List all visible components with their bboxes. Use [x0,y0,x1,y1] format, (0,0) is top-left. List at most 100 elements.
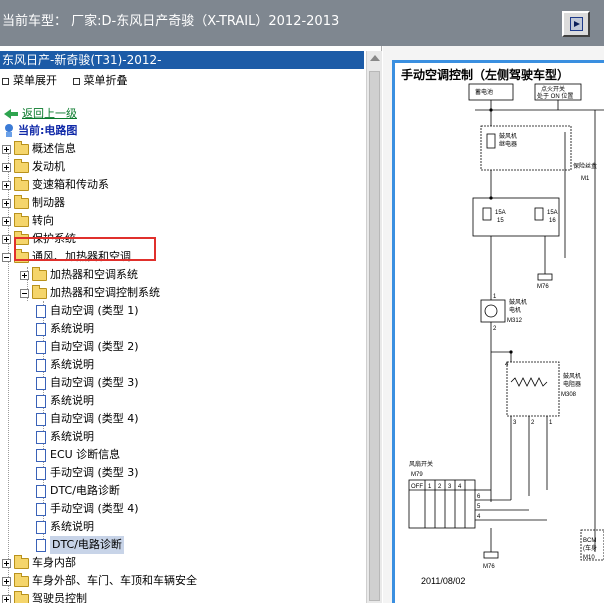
motor-label: 鼓风机 [509,298,527,306]
document-icon [36,430,46,444]
expand-all-button[interactable]: 菜单展开 [2,74,63,87]
expand-plus-icon[interactable] [2,216,11,226]
left-scrollbar[interactable] [366,51,382,603]
tree-folder-item[interactable]: 车身外部、车门、车顶和车辆安全 [2,572,197,590]
diagram-panel: 手动空调控制（左侧驾驶车型） 蓄电池 点火开关 处于 ON 位置 鼓风机 继电器… [383,46,604,603]
resistor-label: 鼓风机 [563,372,581,380]
diagram-title: 手动空调控制（左侧驾驶车型） [401,68,570,82]
document-icon [36,394,46,408]
back-link[interactable]: 返回上一级 [4,105,77,123]
pin-label: 2 [531,420,535,426]
tree-folder-item[interactable]: 驾驶员控制 [2,590,87,603]
tree-leaf-item[interactable]: 系统说明 [36,428,94,446]
resistor-sub-label: 电阻器 [563,380,581,388]
expand-plus-icon[interactable] [20,270,29,280]
tree-item-label: 系统说明 [50,520,94,533]
tree-folder-item[interactable]: 概述信息 [2,140,76,158]
motor-code: M312 [507,318,523,324]
top-bar: 当前车型： 厂家:D-东风日产奇骏（X-TRAIL）2012-2013 [0,0,604,46]
pin-label: 4 [477,514,481,520]
tree-item-label: 自动空调 (类型 3) [50,376,139,389]
folder-icon [14,554,29,569]
document-icon [36,358,46,372]
tree-item-label: 发动机 [32,160,65,173]
tree-item-label: 变速箱和传动系 [32,178,109,191]
tree-leaf-item[interactable]: DTC/电路诊断 [36,482,120,500]
expand-all-label: 菜单展开 [13,74,57,87]
toggle-panel-button[interactable] [562,11,590,37]
fuse-b-label: 15A [547,210,558,216]
bcm-code: M10 [583,555,595,561]
tree-item-label: 自动空调 (类型 4) [50,412,139,425]
document-icon [36,484,46,498]
relay-label: 鼓风机 [499,132,517,140]
tree-folder-item[interactable]: 车身内部 [2,554,76,572]
tree-folder-item[interactable]: 制动器 [2,194,65,212]
tree-item-label: 手动空调 (类型 4) [50,502,139,515]
battery-label: 蓄电池 [475,88,493,96]
scroll-up-icon[interactable] [370,55,380,61]
tree-item-label: 系统说明 [50,430,94,443]
scroll-thumb[interactable] [369,71,380,601]
tree-leaf-item[interactable]: 系统说明 [36,356,94,374]
document-icon [36,322,46,336]
tree-folder-item[interactable]: 加热器和空调系统 [20,266,138,284]
tree-leaf-item[interactable]: 自动空调 (类型 3) [36,374,139,392]
tree-leaf-item[interactable]: 系统说明 [36,518,94,536]
tree-leaf-item[interactable]: 系统说明 [36,392,94,410]
folder-icon [14,590,29,603]
fuse-block [472,197,560,237]
expand-plus-icon[interactable] [2,180,11,190]
expand-plus-icon[interactable] [2,198,11,208]
tree-leaf-item[interactable]: 系统说明 [36,320,94,338]
pin-label: 2 [493,326,497,332]
tree-item-label: 车身内部 [32,556,76,569]
document-icon [36,520,46,534]
expand-all-icon [2,77,9,85]
tree-folder-item[interactable]: 变速箱和传动系 [2,176,109,194]
tree-leaf-item[interactable]: 自动空调 (类型 2) [36,338,139,356]
tree-item-label: ECU 诊断信息 [50,448,121,461]
pin-label: 4 [505,362,509,368]
expand-plus-icon[interactable] [2,576,11,586]
fuse-a-label: 15A [495,210,506,216]
document-icon [36,376,46,390]
tree-leaf-item[interactable]: ECU 诊断信息 [36,446,120,464]
switch-col-4: 4 [458,484,462,490]
navigation-panel: 东风日产-新奇骏(T31)-2012- 菜单展开 菜单折叠 返回上一级 当前:电… [0,46,382,603]
motor-sub-label: 电机 [509,306,521,314]
document-icon [36,304,46,318]
bcm-sub-label: (车身 [583,544,597,552]
blower-resistor-box [506,361,560,417]
tree-leaf-item[interactable]: 手动空调 (类型 3) [36,464,139,482]
bcm-label: BCM [583,538,596,544]
expand-plus-icon[interactable] [2,144,11,154]
tree-leaf-item[interactable]: 自动空调 (类型 1) [36,302,139,320]
fan-switch-code: M79 [411,472,423,478]
tree-item-label: 自动空调 (类型 2) [50,340,139,353]
tree-leaf-item[interactable]: 自动空调 (类型 4) [36,410,139,428]
expand-plus-icon[interactable] [2,558,11,568]
current-location-label: 当前:电路图 [18,124,78,137]
tree-item-label: 系统说明 [50,358,94,371]
ignition-label: 点火开关 [541,85,565,93]
toggle-panel-icon [570,17,583,31]
collapse-all-button[interactable]: 菜单折叠 [72,74,134,87]
collapse-minus-icon[interactable] [2,252,11,262]
expand-plus-icon[interactable] [2,234,11,244]
switch-col-2: 2 [438,484,442,490]
tree-leaf-item[interactable]: DTC/电路诊断 [36,536,124,554]
tree-folder-item[interactable]: 加热器和空调控制系统 [20,284,160,302]
tree-folder-item[interactable]: 发动机 [2,158,65,176]
tree-item-label: 系统说明 [50,322,94,335]
collapse-all-icon [72,77,80,85]
tree-folder-item[interactable]: 转向 [2,212,54,230]
collapse-minus-icon[interactable] [20,288,29,298]
expand-plus-icon[interactable] [2,594,11,603]
document-icon [36,340,46,354]
expand-plus-icon[interactable] [2,162,11,172]
tree-leaf-item[interactable]: 手动空调 (类型 4) [36,500,139,518]
folder-icon [14,176,29,191]
folder-icon [14,572,29,587]
document-icon [36,448,46,462]
